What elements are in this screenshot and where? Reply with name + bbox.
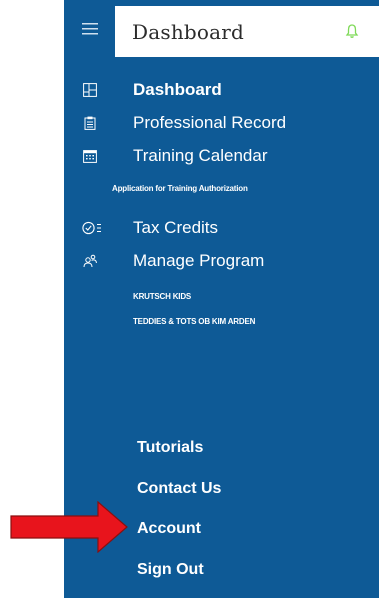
nav-item-training-calendar[interactable]: Training Calendar [64,146,379,166]
nav-label-tax-credits: Tax Credits [133,218,219,237]
people-icon [82,253,98,269]
header-bar: Dashboard [64,0,379,57]
nav-label-professional-record: Professional Record [133,113,287,132]
nav-item-tax-credits[interactable]: Tax Credits [64,218,379,238]
sub-item-program-1[interactable]: KRUTSCH KIDS [133,292,191,301]
nav-item-dashboard[interactable]: Dashboard [64,80,379,100]
sub-item-program-2[interactable]: TEDDIES & TOTS OB KIM ARDEN [133,317,255,326]
clipboard-icon [82,115,98,131]
menu-button[interactable] [64,0,115,57]
header: Dashboard [115,6,379,57]
page-title: Dashboard [132,19,245,44]
hamburger-icon [81,22,98,34]
red-arrow-pointer [10,501,128,553]
account-link[interactable]: Account [137,520,201,538]
tutorials-link[interactable]: Tutorials [137,439,203,457]
nav-label-manage-program: Manage Program [133,251,265,270]
nav-label-dashboard: Dashboard [133,80,222,99]
nav-item-manage-program[interactable]: Manage Program [64,251,379,271]
nav-item-professional-record[interactable]: Professional Record [64,113,379,133]
contact-us-link[interactable]: Contact Us [137,480,221,498]
calendar-icon [82,148,98,164]
checklist-icon [82,220,102,236]
nav-label-training-calendar: Training Calendar [133,146,268,165]
dashboard-icon [82,82,98,98]
bell-icon[interactable] [345,22,359,40]
sign-out-link[interactable]: Sign Out [137,561,204,579]
sub-item-training-authorization[interactable]: Application for Training Authorization [112,184,248,193]
